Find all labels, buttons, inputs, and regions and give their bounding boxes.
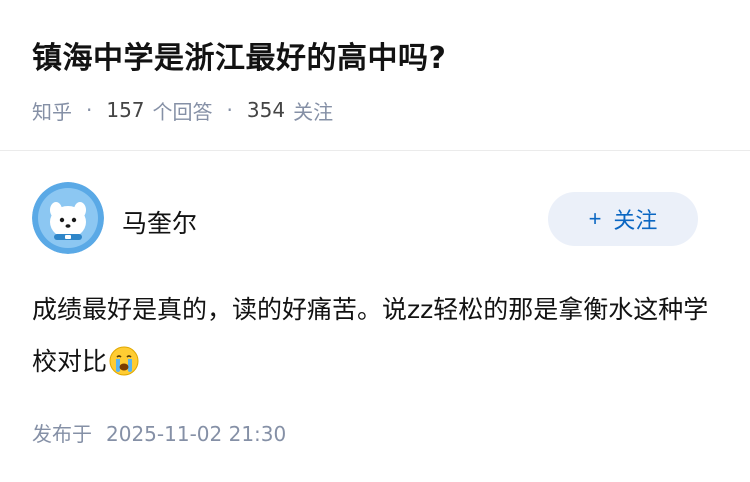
- avatar[interactable]: [32, 182, 104, 254]
- post-time: 发布于 2025-11-02 21:30: [32, 418, 286, 447]
- avatar-image: [32, 182, 104, 254]
- author-row: 马奎尔 + 关注: [32, 182, 718, 258]
- follow-label: 关注: [613, 208, 658, 233]
- crying-face-emoji: [109, 346, 139, 376]
- follow-button[interactable]: + 关注: [548, 192, 698, 246]
- answers-label[interactable]: 个回答: [153, 96, 213, 125]
- question-header: 镇海中学是浙江最好的高中吗? 知乎 · 157 个回答 · 354 关注: [0, 0, 750, 150]
- published-time: 2025-11-02 21:30: [106, 422, 287, 446]
- answer-content[interactable]: 成绩最好是真的，读的好痛苦。说zz轻松的那是拿衡水这种学校对比: [32, 284, 712, 388]
- source-label[interactable]: 知乎: [32, 96, 72, 125]
- divider: [0, 150, 750, 151]
- author-name[interactable]: 马奎尔: [122, 204, 197, 240]
- followers-count: 354: [246, 98, 286, 122]
- question-title[interactable]: 镇海中学是浙江最好的高中吗?: [32, 33, 446, 77]
- plus-icon: +: [588, 206, 602, 231]
- separator-dot: ·: [86, 98, 93, 122]
- published-label: 发布于: [32, 422, 92, 446]
- answers-count: 157: [106, 98, 145, 122]
- followers-label[interactable]: 关注: [293, 96, 333, 125]
- separator-dot: ·: [226, 98, 233, 122]
- question-meta: 知乎 · 157 个回答 · 354 关注: [32, 96, 333, 124]
